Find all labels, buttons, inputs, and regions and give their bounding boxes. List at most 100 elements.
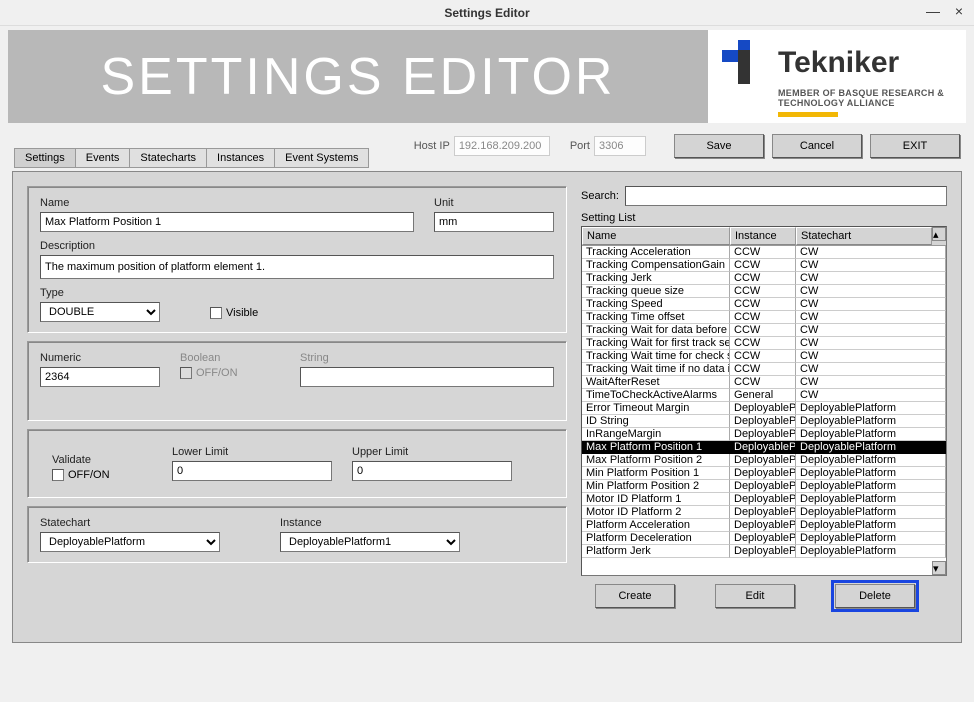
cell-name: ID String xyxy=(582,415,730,428)
window-title: Settings Editor xyxy=(444,6,529,20)
description-input[interactable] xyxy=(40,255,554,279)
validate-checkbox[interactable]: OFF/ON xyxy=(52,469,152,481)
list-row[interactable]: Min Platform Position 1DeployablePDeploy… xyxy=(582,467,946,480)
list-row[interactable]: Tracking AccelerationCCWCW xyxy=(582,246,946,259)
list-row[interactable]: Tracking Wait time if no data inCCWCW xyxy=(582,363,946,376)
lower-input[interactable] xyxy=(172,461,332,481)
cell-name: Tracking Acceleration xyxy=(582,246,730,259)
cell-name: Tracking Wait for first track setp xyxy=(582,337,730,350)
port-label: Port xyxy=(570,140,590,152)
boolean-checkbox[interactable]: OFF/ON xyxy=(180,367,280,379)
host-ip-input[interactable] xyxy=(454,136,550,156)
cell-name: Tracking Wait for data before e xyxy=(582,324,730,337)
cell-instance: DeployableP xyxy=(730,480,796,493)
close-button[interactable]: × xyxy=(952,4,966,18)
name-input[interactable] xyxy=(40,212,414,232)
tab-events[interactable]: Events xyxy=(75,148,131,168)
list-row[interactable]: Tracking queue sizeCCWCW xyxy=(582,285,946,298)
list-body[interactable]: Tracking AccelerationCCWCWTracking Compe… xyxy=(582,246,946,575)
boolean-label: Boolean xyxy=(180,352,280,364)
list-row[interactable]: Tracking CompensationGainCCWCW xyxy=(582,259,946,272)
setting-list[interactable]: Name Instance Statechart Tracking Accele… xyxy=(581,226,947,576)
unit-label: Unit xyxy=(434,197,554,209)
cell-statechart: CW xyxy=(796,285,946,298)
brand-accent-bar xyxy=(778,112,838,117)
unit-input[interactable] xyxy=(434,212,554,232)
offon-label: OFF/ON xyxy=(68,469,110,481)
cell-instance: DeployableP xyxy=(730,532,796,545)
create-button[interactable]: Create xyxy=(595,584,675,608)
cell-name: Min Platform Position 2 xyxy=(582,480,730,493)
tab-statecharts[interactable]: Statecharts xyxy=(129,148,207,168)
cell-statechart: DeployablePlatform xyxy=(796,441,946,454)
statechart-select[interactable]: DeployablePlatform xyxy=(40,532,220,552)
tab-event-systems[interactable]: Event Systems xyxy=(274,148,369,168)
numeric-input[interactable] xyxy=(40,367,160,387)
list-row[interactable]: TimeToCheckActiveAlarmsGeneralCW xyxy=(582,389,946,402)
list-row[interactable]: InRangeMarginDeployablePDeployablePlatfo… xyxy=(582,428,946,441)
list-row[interactable]: Motor ID Platform 2DeployablePDeployable… xyxy=(582,506,946,519)
upper-input[interactable] xyxy=(352,461,512,481)
cancel-button[interactable]: Cancel xyxy=(772,134,862,158)
cell-statechart: DeployablePlatform xyxy=(796,428,946,441)
list-column: Search: Setting List Name Instance State… xyxy=(581,186,947,628)
banner-title: SETTINGS EDITOR xyxy=(101,47,616,107)
edit-button[interactable]: Edit xyxy=(715,584,795,608)
cell-instance: DeployableP xyxy=(730,415,796,428)
cell-statechart: CW xyxy=(796,363,946,376)
list-row[interactable]: Error Timeout MarginDeployablePDeployabl… xyxy=(582,402,946,415)
scroll-up-button[interactable]: ▴ xyxy=(932,227,946,241)
list-row[interactable]: Motor ID Platform 1DeployablePDeployable… xyxy=(582,493,946,506)
list-row[interactable]: Max Platform Position 2DeployablePDeploy… xyxy=(582,454,946,467)
cell-name: WaitAfterReset xyxy=(582,376,730,389)
list-row[interactable]: Platform AccelerationDeployablePDeployab… xyxy=(582,519,946,532)
checkbox-icon xyxy=(210,307,222,319)
scroll-down-button[interactable]: ▾ xyxy=(932,561,946,575)
instance-select[interactable]: DeployablePlatform1 xyxy=(280,532,460,552)
cell-name: Motor ID Platform 1 xyxy=(582,493,730,506)
brand-panel: Tekniker MEMBER OF BASQUE RESEARCH & TEC… xyxy=(708,30,966,123)
group-identity: Name Unit Description Type DOUBLE xyxy=(27,186,567,333)
list-row[interactable]: Tracking Wait time for check seCCWCW xyxy=(582,350,946,363)
col-statechart[interactable]: Statechart xyxy=(796,227,932,245)
minimize-button[interactable]: — xyxy=(926,4,940,18)
list-row[interactable]: Platform JerkDeployablePDeployablePlatfo… xyxy=(582,545,946,558)
cell-name: Max Platform Position 2 xyxy=(582,454,730,467)
cell-instance: CCW xyxy=(730,259,796,272)
save-button[interactable]: Save xyxy=(674,134,764,158)
list-row[interactable]: Min Platform Position 2DeployablePDeploy… xyxy=(582,480,946,493)
list-row[interactable]: Platform DecelerationDeployablePDeployab… xyxy=(582,532,946,545)
visible-checkbox[interactable]: Visible xyxy=(210,307,258,319)
cell-name: Motor ID Platform 2 xyxy=(582,506,730,519)
cell-statechart: DeployablePlatform xyxy=(796,402,946,415)
tab-instances[interactable]: Instances xyxy=(206,148,275,168)
delete-button[interactable]: Delete xyxy=(835,584,915,608)
brand-tagline: MEMBER OF BASQUE RESEARCH & TECHNOLOGY A… xyxy=(778,88,952,108)
validate-label: Validate xyxy=(52,454,152,466)
list-row[interactable]: WaitAfterResetCCWCW xyxy=(582,376,946,389)
cell-instance: CCW xyxy=(730,311,796,324)
list-row[interactable]: Tracking Wait for first track setpCCWCW xyxy=(582,337,946,350)
list-row[interactable]: ID StringDeployablePDeployablePlatform xyxy=(582,415,946,428)
list-row[interactable]: Tracking Wait for data before eCCWCW xyxy=(582,324,946,337)
list-row[interactable]: Tracking JerkCCWCW xyxy=(582,272,946,285)
cell-statechart: CW xyxy=(796,376,946,389)
cell-name: Tracking Time offset xyxy=(582,311,730,324)
list-row[interactable]: Tracking Time offsetCCWCW xyxy=(582,311,946,324)
tab-settings[interactable]: Settings xyxy=(14,148,76,168)
cell-statechart: DeployablePlatform xyxy=(796,493,946,506)
type-select[interactable]: DOUBLE xyxy=(40,302,160,322)
port-input[interactable] xyxy=(594,136,646,156)
search-input[interactable] xyxy=(625,186,947,206)
list-row[interactable]: Tracking SpeedCCWCW xyxy=(582,298,946,311)
col-name[interactable]: Name xyxy=(582,227,730,245)
cell-instance: DeployableP xyxy=(730,454,796,467)
cell-statechart: CW xyxy=(796,246,946,259)
cell-statechart: CW xyxy=(796,311,946,324)
exit-button[interactable]: EXIT xyxy=(870,134,960,158)
col-instance[interactable]: Instance xyxy=(730,227,796,245)
cell-instance: DeployableP xyxy=(730,441,796,454)
cell-name: Platform Jerk xyxy=(582,545,730,558)
list-row[interactable]: Max Platform Position 1DeployablePDeploy… xyxy=(582,441,946,454)
group-association: Statechart DeployablePlatform Instance D… xyxy=(27,506,567,563)
